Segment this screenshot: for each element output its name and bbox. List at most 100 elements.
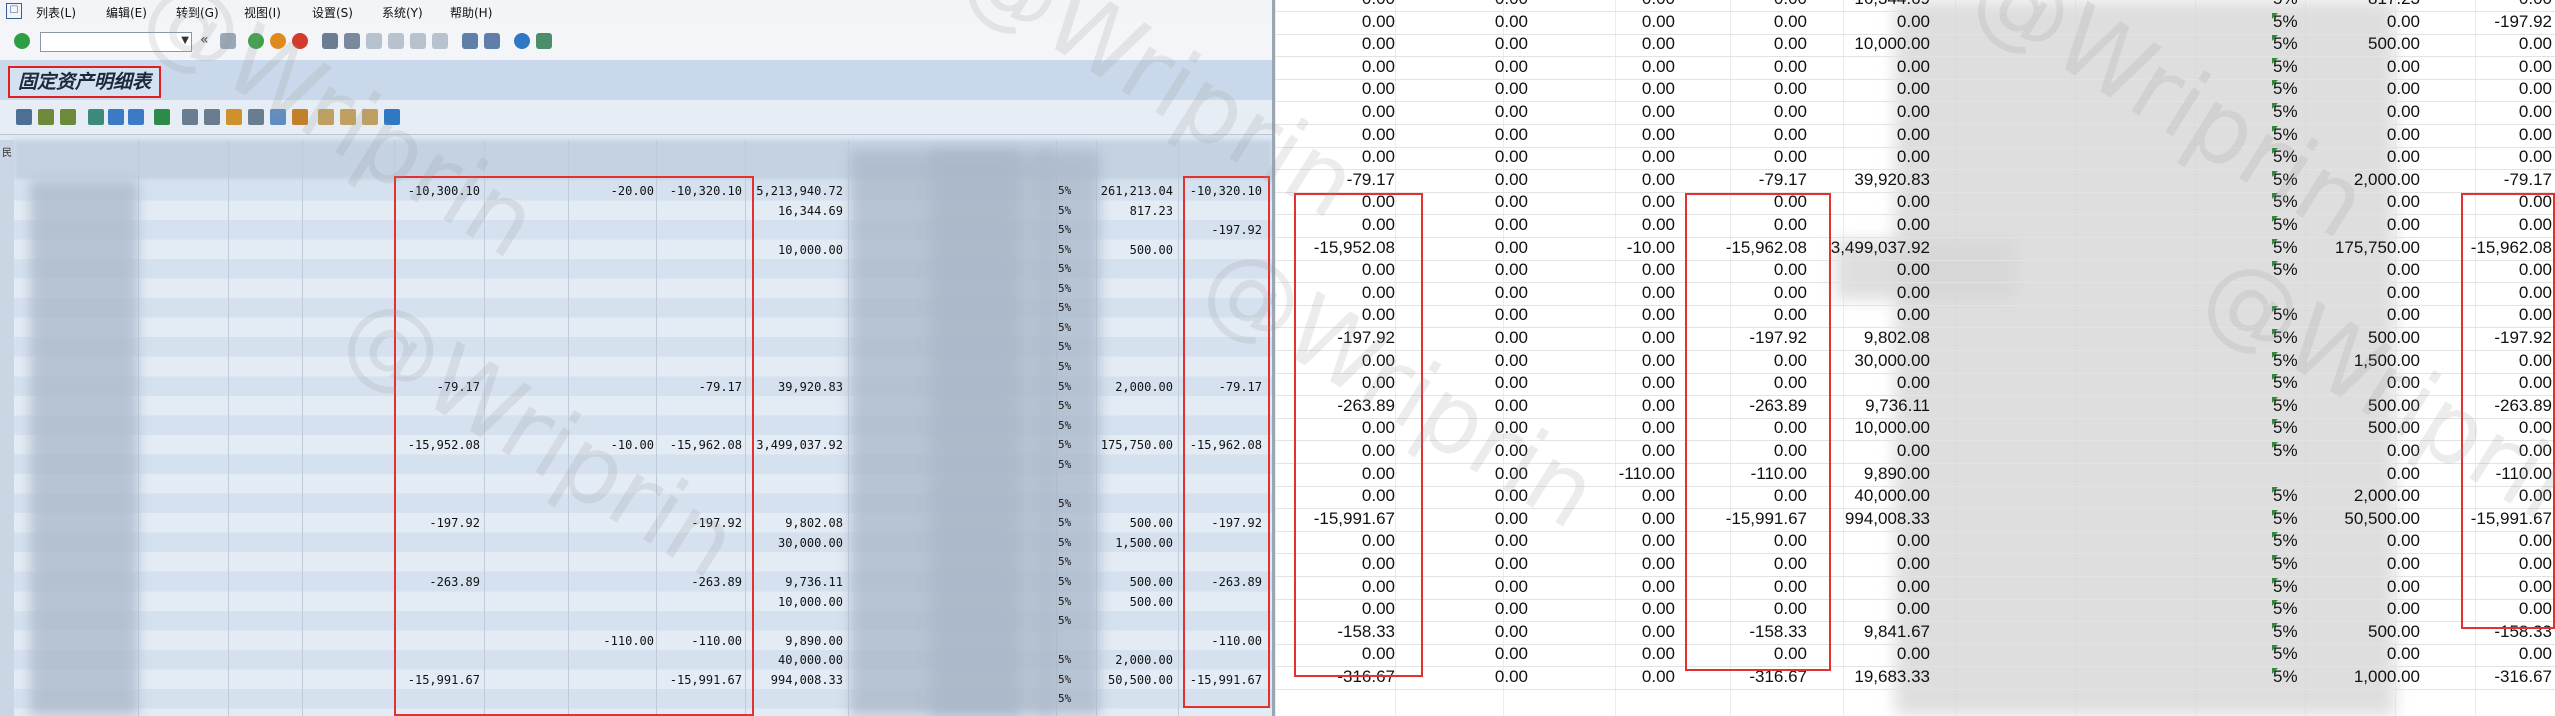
- details-icon[interactable]: [16, 109, 32, 125]
- sheet-cell[interactable]: 0.00: [1642, 509, 1675, 529]
- sheet-cell[interactable]: 0.00: [1495, 554, 1528, 574]
- alv-cell[interactable]: 175,750.00: [1101, 438, 1173, 452]
- sheet-cell[interactable]: 0.00: [1897, 373, 1930, 393]
- alv-cell-rate[interactable]: 5%: [1058, 497, 1071, 510]
- alv-cell[interactable]: 2,000.00: [1115, 653, 1173, 667]
- sheet-cell[interactable]: 0.00: [2387, 260, 2420, 280]
- layout-icon[interactable]: [536, 33, 552, 49]
- error-flag-icon[interactable]: [2272, 442, 2278, 448]
- first-page-icon[interactable]: [366, 33, 382, 49]
- sheet-cell[interactable]: 0.00: [1362, 34, 1395, 54]
- sheet-cell[interactable]: 0.00: [2519, 125, 2552, 145]
- alv-cell-rate[interactable]: 5%: [1058, 223, 1071, 236]
- error-flag-icon[interactable]: [2272, 668, 2278, 674]
- alv-cell-rate[interactable]: 5%: [1058, 243, 1071, 256]
- selection-toggle[interactable]: 民: [2, 144, 12, 159]
- sheet-cell[interactable]: 0.00: [1362, 57, 1395, 77]
- sheet-cell[interactable]: 0.00: [1495, 215, 1528, 235]
- sheet-cell[interactable]: 0.00: [1897, 215, 1930, 235]
- sheet-cell[interactable]: 0.00: [1774, 12, 1807, 32]
- chevron-down-icon[interactable]: ▼: [181, 35, 189, 46]
- sheet-cell[interactable]: 0.00: [1362, 79, 1395, 99]
- sheet-cell[interactable]: 0.00: [1495, 305, 1528, 325]
- sheet-cell[interactable]: 500.00: [2368, 328, 2420, 348]
- sheet-cell[interactable]: 0.00: [1897, 305, 1930, 325]
- sheet-cell[interactable]: 0.00: [1897, 12, 1930, 32]
- error-flag-icon[interactable]: [2272, 645, 2278, 652]
- sheet-cell[interactable]: 0.00: [2387, 599, 2420, 619]
- alv-cell[interactable]: 30,000.00: [778, 536, 843, 550]
- sheet-cell-rate[interactable]: 5%: [2273, 0, 2298, 9]
- sheet-cell[interactable]: 0.00: [2519, 57, 2552, 77]
- sheet-cell[interactable]: 0.00: [1897, 283, 1930, 303]
- sheet-cell[interactable]: 0.00: [2387, 283, 2420, 303]
- alv-cell-rate[interactable]: 5%: [1058, 262, 1071, 275]
- alv-cell-rate[interactable]: 5%: [1058, 653, 1071, 666]
- alv-cell-rate[interactable]: 5%: [1058, 419, 1071, 432]
- sheet-cell[interactable]: 19,683.33: [1854, 667, 1930, 687]
- alv-cell[interactable]: 40,000.00: [778, 653, 843, 667]
- sheet-cell[interactable]: 817.23: [2368, 0, 2420, 9]
- error-flag-icon[interactable]: [2272, 193, 2278, 200]
- sheet-cell[interactable]: 0.00: [1897, 147, 1930, 167]
- alv-cell[interactable]: 9,802.08: [785, 516, 843, 530]
- new-session-icon[interactable]: [462, 33, 478, 49]
- alv-cell-rate[interactable]: 5%: [1058, 184, 1071, 197]
- sheet-cell[interactable]: -197.92: [2494, 12, 2552, 32]
- sheet-cell[interactable]: 0.00: [1897, 644, 1930, 664]
- alv-cell[interactable]: 9,890.00: [785, 634, 843, 648]
- back-icon[interactable]: [248, 33, 264, 49]
- alv-cell[interactable]: 1,500.00: [1115, 536, 1173, 550]
- sheet-cell[interactable]: 0.00: [2519, 644, 2552, 664]
- sheet-cell[interactable]: 0.00: [1642, 0, 1675, 9]
- shortcut-icon[interactable]: [484, 33, 500, 49]
- exit-icon[interactable]: [270, 33, 286, 49]
- error-flag-icon[interactable]: [2272, 577, 2278, 584]
- information-icon[interactable]: [384, 109, 400, 125]
- error-flag-icon[interactable]: [2272, 80, 2278, 87]
- sheet-cell[interactable]: -110.00: [1619, 464, 1675, 484]
- sheet-cell[interactable]: 0.00: [1642, 34, 1675, 54]
- alv-cell[interactable]: 10,000.00: [778, 595, 843, 609]
- sheet-cell[interactable]: 0.00: [1897, 102, 1930, 122]
- back-chevron-icon[interactable]: «: [200, 32, 209, 48]
- sheet-cell[interactable]: 0.00: [1495, 260, 1528, 280]
- alv-cell[interactable]: 50,500.00: [1108, 673, 1173, 687]
- error-flag-icon[interactable]: [2272, 351, 2278, 358]
- sheet-cell[interactable]: 0.00: [1495, 644, 1528, 664]
- sheet-cell[interactable]: 9,736.11: [1865, 396, 1930, 416]
- sheet-cell[interactable]: 0.00: [2387, 12, 2420, 32]
- alv-cell[interactable]: 500.00: [1130, 575, 1173, 589]
- sheet-cell[interactable]: 40,000.00: [1854, 486, 1930, 506]
- select-layout-icon[interactable]: [340, 109, 356, 125]
- menu-goto[interactable]: 转到(G): [176, 4, 219, 21]
- sheet-cell[interactable]: 0.00: [1642, 644, 1675, 664]
- sheet-cell[interactable]: 39,920.83: [1854, 170, 1930, 190]
- filter-icon[interactable]: [88, 109, 104, 125]
- find-icon[interactable]: [344, 33, 360, 49]
- sheet-cell[interactable]: 0.00: [1897, 57, 1930, 77]
- sheet-cell[interactable]: 0.00: [2387, 192, 2420, 212]
- alv-cell-rate[interactable]: 5%: [1058, 321, 1071, 334]
- sheet-cell[interactable]: 0.00: [1897, 531, 1930, 551]
- command-field[interactable]: ▼: [40, 32, 192, 52]
- sheet-cell[interactable]: 0.00: [1642, 531, 1675, 551]
- sheet-cell[interactable]: 0.00: [1362, 102, 1395, 122]
- sheet-cell[interactable]: 0.00: [2387, 577, 2420, 597]
- sheet-cell[interactable]: 0.00: [1642, 192, 1675, 212]
- sheet-cell[interactable]: 0.00: [1495, 79, 1528, 99]
- sheet-cell[interactable]: 0.00: [1897, 554, 1930, 574]
- sheet-cell[interactable]: 0.00: [2387, 125, 2420, 145]
- print-preview-icon[interactable]: [204, 109, 220, 125]
- sheet-cell[interactable]: -79.17: [1759, 170, 1807, 190]
- delete-filter-icon[interactable]: [128, 109, 144, 125]
- change-layout-icon[interactable]: [318, 109, 334, 125]
- sheet-cell[interactable]: 0.00: [1495, 373, 1528, 393]
- alv-cell-rate[interactable]: 5%: [1058, 204, 1071, 217]
- sheet-cell[interactable]: 0.00: [2519, 147, 2552, 167]
- sheet-cell[interactable]: 0.00: [2387, 79, 2420, 99]
- sheet-cell[interactable]: 0.00: [1642, 373, 1675, 393]
- sheet-cell[interactable]: 0.00: [1642, 12, 1675, 32]
- alv-cell-rate[interactable]: 5%: [1058, 516, 1071, 529]
- sheet-cell[interactable]: 10,000.00: [1854, 34, 1930, 54]
